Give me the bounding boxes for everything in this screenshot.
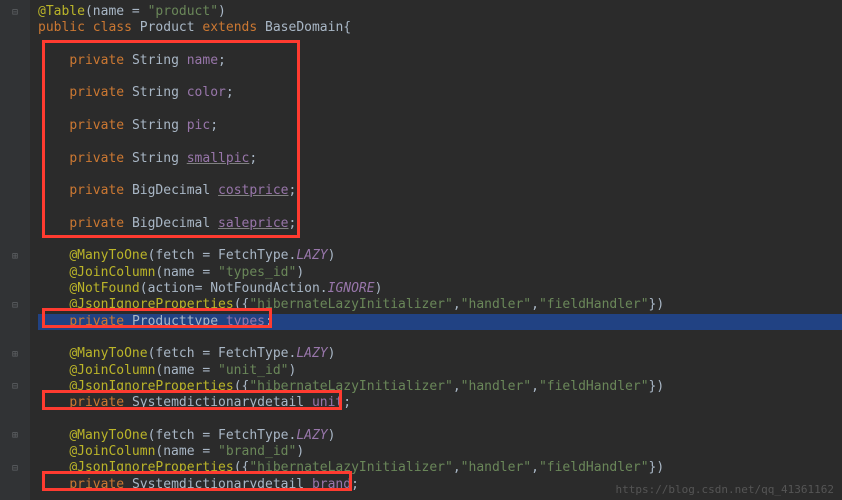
code-line: @JsonIgnoreProperties({"hibernateLazyIni…: [38, 379, 842, 395]
code-editor: @Table(name = "product") public class Pr…: [0, 0, 842, 500]
fold-icon[interactable]: [0, 428, 30, 444]
fold-icon[interactable]: [0, 4, 30, 20]
code-line: [38, 232, 842, 248]
code-line: @NotFound(action= NotFoundAction.IGNORE): [38, 281, 842, 297]
code-line: [38, 167, 842, 183]
code-line: [38, 411, 842, 427]
code-line: private String name;: [38, 53, 842, 69]
fold-icon[interactable]: [0, 248, 30, 264]
code-line: public class Product extends BaseDomain{: [38, 20, 842, 36]
code-line: private BigDecimal saleprice;: [38, 216, 842, 232]
code-line: @JoinColumn(name = "unit_id"): [38, 363, 842, 379]
code-line: [38, 102, 842, 118]
fold-icon[interactable]: [0, 346, 30, 362]
code-line: [38, 200, 842, 216]
fold-icon[interactable]: [0, 379, 30, 395]
code-line: @ManyToOne(fetch = FetchType.LAZY): [38, 248, 842, 264]
gutter: [0, 0, 30, 500]
code-line: @JsonIgnoreProperties({"hibernateLazyIni…: [38, 460, 842, 476]
code-line: private String color;: [38, 85, 842, 101]
fold-icon[interactable]: [0, 297, 30, 313]
code-line: [38, 134, 842, 150]
code-line: [38, 37, 842, 53]
code-line: [38, 330, 842, 346]
code-line: @JsonIgnoreProperties({"hibernateLazyIni…: [38, 297, 842, 313]
code-line: @Table(name = "product"): [38, 4, 842, 20]
code-line: @ManyToOne(fetch = FetchType.LAZY): [38, 346, 842, 362]
fold-icon[interactable]: [0, 460, 30, 476]
code-area[interactable]: @Table(name = "product") public class Pr…: [30, 0, 842, 500]
code-line: [38, 69, 842, 85]
code-line: private String pic;: [38, 118, 842, 134]
code-line: @JoinColumn(name = "types_id"): [38, 265, 842, 281]
code-line-highlighted: private Producttype types;: [38, 314, 842, 330]
code-line: private Systemdictionarydetail unit;: [38, 395, 842, 411]
code-line: private String smallpic;: [38, 151, 842, 167]
code-line: private BigDecimal costprice;: [38, 183, 842, 199]
watermark: https://blog.csdn.net/qq_41361162: [615, 483, 834, 496]
code-line: @JoinColumn(name = "brand_id"): [38, 444, 842, 460]
code-line: @ManyToOne(fetch = FetchType.LAZY): [38, 428, 842, 444]
